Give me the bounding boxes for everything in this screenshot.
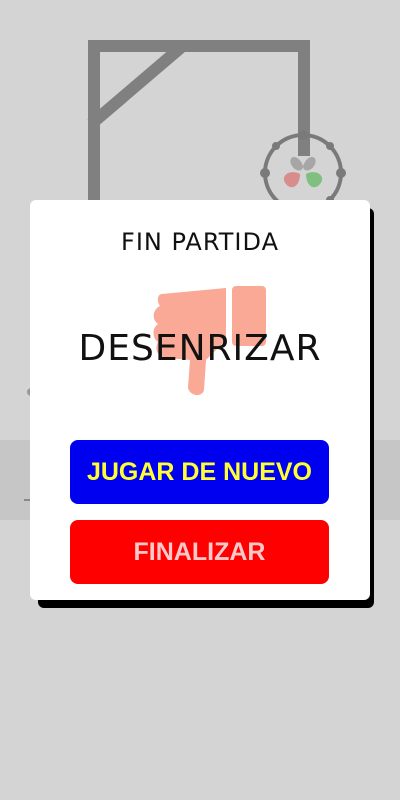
answer-word: DESENRIZAR [78,328,322,369]
play-again-button[interactable]: JUGAR DE NUEVO [70,440,329,504]
dialog-title: FIN PARTIDA [121,228,279,256]
game-over-dialog: FIN PARTIDA DESENRIZAR JUGAR DE NUEVO FI… [30,200,370,600]
finish-button[interactable]: FINALIZAR [70,520,329,584]
